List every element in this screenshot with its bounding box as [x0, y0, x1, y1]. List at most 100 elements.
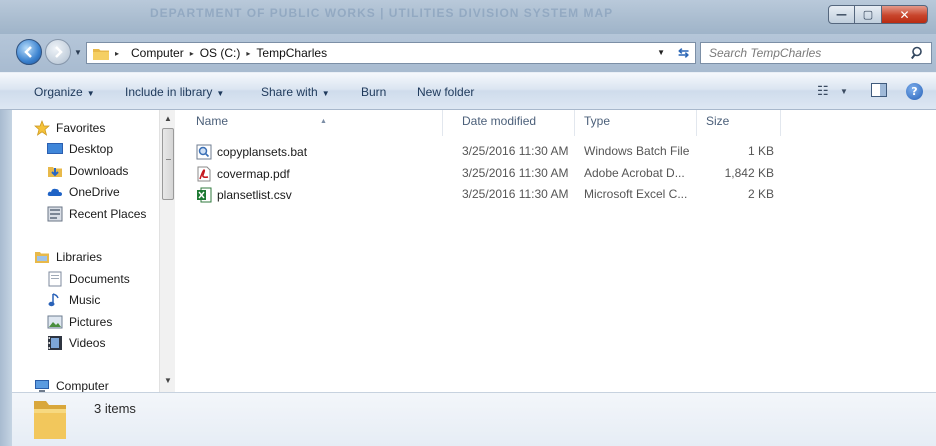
nav-item-recent-places[interactable]: Recent Places [47, 206, 146, 222]
search-icon[interactable] [911, 46, 925, 60]
navigation-pane: Favorites Desktop Downloads OneDrive Rec… [12, 110, 174, 392]
nav-item-pictures[interactable]: Pictures [47, 314, 112, 330]
nav-item-label: Music [69, 293, 101, 307]
nav-item-label: Downloads [69, 164, 129, 178]
nav-item-videos[interactable]: Videos [47, 335, 105, 351]
music-icon [47, 292, 63, 308]
scroll-up-icon[interactable]: ▲ [164, 114, 172, 123]
organize-button[interactable]: Organize ▼ [34, 85, 95, 99]
back-arrow-icon [24, 46, 32, 58]
nav-item-music[interactable]: Music [47, 292, 100, 308]
close-button[interactable]: ✕ [882, 5, 928, 24]
forward-button[interactable] [45, 39, 71, 65]
window-controls: — ▢ ✕ [828, 5, 928, 24]
nav-favorites[interactable]: Favorites [34, 120, 105, 136]
scroll-down-icon[interactable]: ▼ [164, 376, 172, 385]
address-dropdown-icon[interactable]: ▼ [657, 48, 665, 57]
pdf-file-icon [196, 166, 212, 182]
back-button[interactable] [16, 39, 42, 65]
file-name: plansetlist.csv [217, 188, 292, 202]
desktop-icon [47, 141, 63, 157]
file-size: 2 KB [747, 187, 774, 201]
breadcrumb-separator[interactable]: ▸ [190, 49, 200, 58]
search-box[interactable] [700, 42, 932, 64]
details-pane: 3 items [12, 392, 936, 446]
nav-computer[interactable]: Computer [34, 378, 109, 392]
nav-item-label: Pictures [69, 315, 113, 329]
file-size: 1 KB [747, 144, 774, 158]
scrollbar-thumb[interactable] [162, 128, 174, 200]
nav-item-onedrive[interactable]: OneDrive [47, 184, 120, 200]
nav-item-downloads[interactable]: Downloads [47, 163, 128, 179]
column-header-type[interactable]: Type [564, 115, 686, 137]
organize-label: Organize [34, 85, 83, 99]
share-with-button[interactable]: Share with ▼ [261, 85, 330, 99]
view-dropdown-icon[interactable]: ▼ [840, 87, 848, 96]
breadcrumb-computer[interactable]: Computer [131, 46, 184, 60]
nav-item-documents[interactable]: Documents [47, 271, 130, 287]
computer-icon [34, 378, 50, 392]
large-folder-icon [34, 401, 66, 439]
address-bar[interactable]: ▸ Computer ▸ OS (C:) ▸ TempCharles ▼ ⇆ [86, 42, 696, 64]
column-header-date-modified[interactable]: Date modified [442, 115, 564, 137]
breadcrumb-separator[interactable]: ▸ [115, 49, 125, 58]
address-row: ▼ ▸ Computer ▸ OS (C:) ▸ TempCharles ▼ ⇆ [0, 34, 936, 72]
file-row[interactable]: copyplansets.bat 3/25/2016 11:30 AM Wind… [176, 141, 936, 162]
downloads-icon [47, 163, 63, 179]
documents-icon [47, 271, 63, 287]
search-input[interactable] [709, 46, 909, 60]
recent-pages-dropdown-icon[interactable]: ▼ [74, 48, 82, 57]
title-bar: DEPARTMENT OF PUBLIC WORKS | UTILITIES D… [0, 0, 936, 34]
change-view-icon[interactable]: ☷ [817, 83, 829, 99]
breadcrumb-os-c[interactable]: OS (C:) [200, 46, 241, 60]
nav-item-label: Videos [69, 336, 106, 350]
file-list: ▲ Name Date modified Type Size copyplans… [176, 110, 936, 392]
background-title-text: DEPARTMENT OF PUBLIC WORKS | UTILITIES D… [150, 6, 614, 20]
preview-pane-icon[interactable] [871, 83, 887, 100]
maximize-button[interactable]: ▢ [855, 5, 882, 24]
new-folder-button[interactable]: New folder [417, 85, 474, 99]
column-header-size[interactable]: Size [686, 115, 780, 137]
file-type: Adobe Acrobat D... [584, 166, 685, 180]
file-name: covermap.pdf [217, 167, 290, 181]
star-icon [34, 120, 50, 136]
nav-libraries-label: Libraries [56, 250, 103, 264]
nav-item-label: Recent Places [69, 207, 147, 221]
recent-places-icon [47, 206, 63, 222]
forward-arrow-icon [55, 46, 63, 58]
file-name-cell: copyplansets.bat [196, 144, 307, 160]
excel-file-icon [196, 187, 212, 203]
burn-button[interactable]: Burn [361, 85, 386, 99]
sort-ascending-icon: ▲ [320, 118, 327, 125]
nav-pane-scrollbar[interactable]: ▲ ▼ [159, 110, 175, 392]
file-type: Microsoft Excel C... [584, 187, 688, 201]
item-count: 3 items [94, 401, 136, 416]
nav-item-label: Documents [69, 272, 130, 286]
share-with-label: Share with [261, 85, 318, 99]
column-header-name[interactable]: ▲ Name [176, 115, 442, 137]
breadcrumb-separator[interactable]: ▸ [246, 49, 256, 58]
include-in-library-button[interactable]: Include in library ▼ [125, 85, 224, 99]
folder-icon [93, 48, 109, 60]
breadcrumb-tempcharles[interactable]: TempCharles [256, 46, 327, 60]
file-row[interactable]: plansetlist.csv 3/25/2016 11:30 AM Micro… [176, 184, 936, 205]
nav-libraries[interactable]: Libraries [34, 249, 102, 265]
refresh-icon[interactable]: ⇆ [678, 45, 689, 61]
file-date: 3/25/2016 11:30 AM [462, 144, 569, 158]
file-name-cell: covermap.pdf [196, 166, 290, 182]
window-left-border [0, 110, 12, 446]
libraries-icon [34, 249, 50, 265]
file-type: Windows Batch File [584, 144, 690, 158]
file-date: 3/25/2016 11:30 AM [462, 187, 569, 201]
nav-computer-label: Computer [56, 379, 109, 392]
column-divider[interactable] [780, 110, 781, 136]
include-in-library-label: Include in library [125, 85, 213, 99]
nav-item-label: Desktop [69, 142, 114, 156]
nav-item-desktop[interactable]: Desktop [47, 141, 113, 157]
help-icon[interactable]: ? [906, 83, 923, 100]
column-name-label: Name [196, 114, 229, 128]
file-row[interactable]: covermap.pdf 3/25/2016 11:30 AM Adobe Ac… [176, 163, 936, 184]
minimize-button[interactable]: — [828, 5, 855, 24]
nav-item-label: OneDrive [69, 185, 120, 199]
command-bar: Organize ▼ Include in library ▼ Share with… [0, 72, 936, 110]
